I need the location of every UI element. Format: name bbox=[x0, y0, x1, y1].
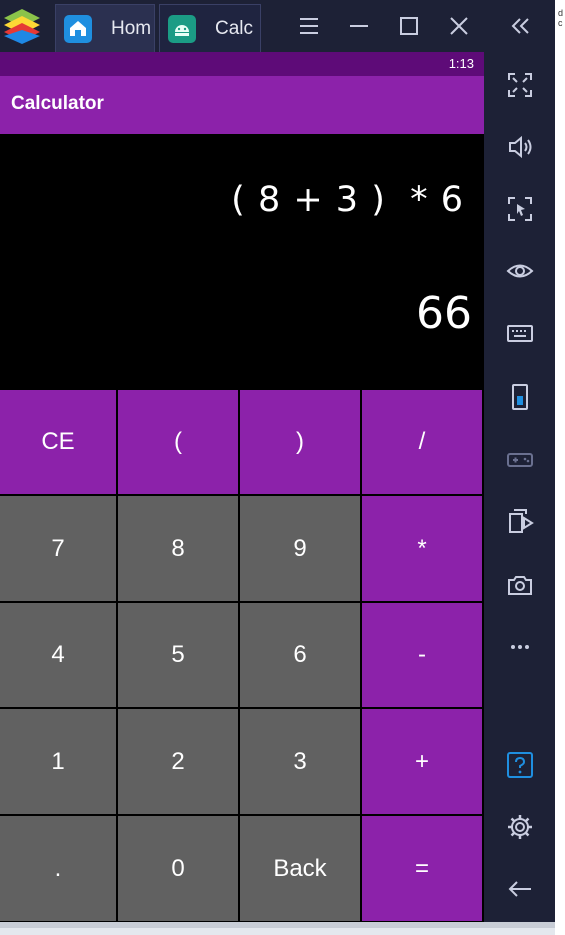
home-icon bbox=[64, 15, 92, 43]
more-icon[interactable] bbox=[505, 632, 535, 662]
tab-home-label: Hom bbox=[111, 18, 151, 39]
settings-icon[interactable] bbox=[505, 812, 535, 842]
digit-9-button[interactable]: 9 bbox=[240, 496, 360, 601]
divide-button[interactable]: / bbox=[362, 390, 482, 494]
expression-text: ( 8 + 3 ) * 6 bbox=[231, 180, 464, 220]
android-screen: 1:13 Calculator ( 8 + 3 ) * 6 66 CE()/ 7 8… bbox=[0, 52, 484, 922]
double-chevron-left-icon[interactable] bbox=[503, 10, 537, 42]
background-window-edge bbox=[555, 0, 565, 935]
add-button[interactable]: + bbox=[362, 709, 482, 814]
status-time: 1:13 bbox=[448, 56, 474, 71]
multiply-button[interactable]: * bbox=[362, 496, 482, 601]
gamepad-icon[interactable] bbox=[505, 444, 535, 474]
keypad: CE()/ 7 8 9 * 4 5 6- 1 2 3 +. 0 Back = bbox=[0, 389, 484, 922]
screen-select-icon[interactable] bbox=[505, 194, 535, 224]
fullscreen-icon[interactable] bbox=[505, 70, 535, 100]
open-paren-button[interactable]: ( bbox=[118, 390, 238, 494]
eye-icon[interactable] bbox=[505, 256, 535, 286]
tab-calculator[interactable]: Calc bbox=[159, 4, 261, 52]
tab-calculator-label: Calc bbox=[215, 18, 254, 39]
keyboard-icon[interactable] bbox=[505, 318, 535, 348]
digit-6-button[interactable]: 6 bbox=[240, 603, 360, 707]
android-icon bbox=[168, 15, 196, 43]
bluestacks-logo-icon[interactable] bbox=[2, 6, 42, 46]
minimize-icon[interactable] bbox=[342, 10, 376, 42]
hamburger-menu-icon[interactable] bbox=[292, 10, 326, 42]
decimal-button[interactable]: . bbox=[0, 816, 116, 921]
app-title: Calculator bbox=[11, 93, 104, 114]
side-toolbar bbox=[484, 52, 555, 922]
digit-4-button[interactable]: 4 bbox=[0, 603, 116, 707]
tab-home[interactable]: Hom bbox=[55, 4, 155, 52]
close-icon[interactable] bbox=[442, 10, 476, 42]
status-bar: 1:13 bbox=[0, 52, 484, 76]
window-bottom-edge bbox=[0, 928, 555, 935]
clear-entry-button[interactable]: CE bbox=[0, 390, 116, 494]
back-arrow-icon[interactable] bbox=[505, 874, 535, 904]
backspace-button[interactable]: Back bbox=[240, 816, 360, 921]
background-window-text: d c bbox=[558, 8, 564, 28]
digit-2-button[interactable]: 2 bbox=[118, 709, 238, 814]
digit-5-button[interactable]: 5 bbox=[118, 603, 238, 707]
digit-7-button[interactable]: 7 bbox=[0, 496, 116, 601]
camera-icon[interactable] bbox=[505, 570, 535, 600]
maximize-icon[interactable] bbox=[392, 10, 426, 42]
digit-3-button[interactable]: 3 bbox=[240, 709, 360, 814]
phone-icon[interactable] bbox=[505, 382, 535, 412]
digit-0-button[interactable]: 0 bbox=[118, 816, 238, 921]
volume-icon[interactable] bbox=[505, 132, 535, 162]
close-paren-button[interactable]: ) bbox=[240, 390, 360, 494]
digit-8-button[interactable]: 8 bbox=[118, 496, 238, 601]
calculator-display: ( 8 + 3 ) * 6 66 bbox=[0, 134, 484, 389]
digit-1-button[interactable]: 1 bbox=[0, 709, 116, 814]
result-text: 66 bbox=[416, 288, 472, 339]
subtract-button[interactable]: - bbox=[362, 603, 482, 707]
equals-button[interactable]: = bbox=[362, 816, 482, 921]
media-import-icon[interactable] bbox=[505, 506, 535, 536]
app-bar: Calculator bbox=[0, 76, 484, 134]
help-icon[interactable] bbox=[505, 750, 535, 780]
title-bar: Hom Calc bbox=[0, 0, 555, 52]
